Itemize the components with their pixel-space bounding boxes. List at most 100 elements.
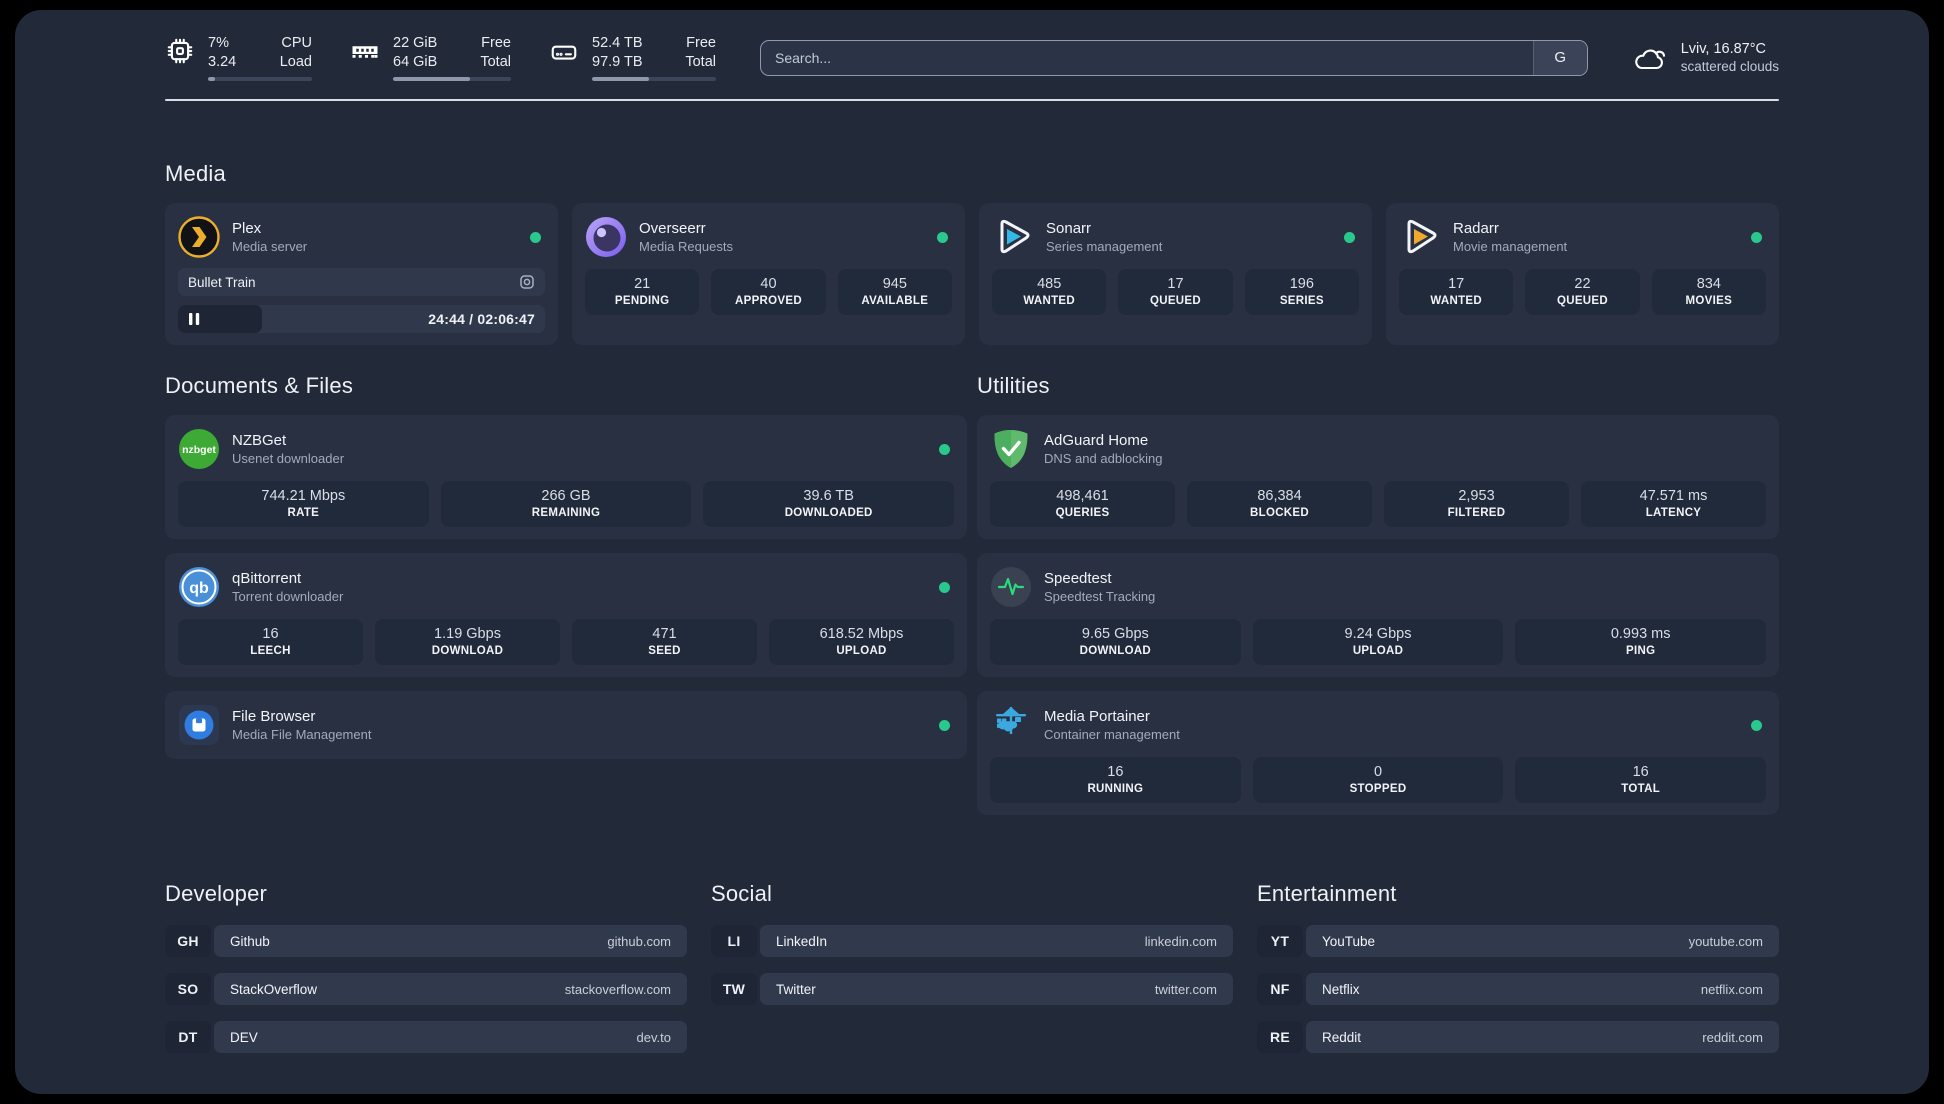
link-dev[interactable]: DEV dev.to bbox=[214, 1021, 687, 1054]
radarr-logo-icon bbox=[1399, 216, 1441, 258]
app-subtitle: Media File Management bbox=[232, 727, 372, 743]
cloud-icon bbox=[1634, 49, 1665, 69]
link-twitter[interactable]: Twitter twitter.com bbox=[760, 973, 1233, 1006]
stat-ping: 0.993 ms PING bbox=[1515, 619, 1767, 666]
weather-condition: scattered clouds bbox=[1680, 59, 1779, 75]
disk-free-value: 52.4 TB bbox=[592, 35, 643, 51]
card-overseerr[interactable]: Overseerr Media Requests 21 PENDING 40 APP… bbox=[572, 203, 965, 346]
link-row-github: GH Github github.com bbox=[165, 925, 687, 958]
now-playing-title: Bullet Train bbox=[188, 274, 256, 290]
card-plex[interactable]: Plex Media server Bullet Train 24:44 / 0… bbox=[165, 203, 558, 346]
stat-download: 9.65 Gbps DOWNLOAD bbox=[990, 619, 1241, 666]
cpu-metric: 7% 3.24 CPU Load bbox=[165, 34, 312, 82]
app-title: Speedtest bbox=[1044, 570, 1112, 588]
app-subtitle: DNS and adblocking bbox=[1044, 451, 1163, 467]
stat-total: 16 TOTAL bbox=[1515, 757, 1767, 804]
card-sonarr[interactable]: Sonarr Series management 485 WANTED 17 QUE… bbox=[979, 203, 1372, 346]
app-title: Sonarr bbox=[1046, 220, 1092, 238]
stat-downloaded: 39.6 TB DOWNLOADED bbox=[703, 481, 955, 528]
pause-icon bbox=[189, 313, 200, 326]
app-subtitle: Movie management bbox=[1453, 239, 1568, 255]
card-nzbget[interactable]: nzbget NZBGet Usenet downloader 744.21 M… bbox=[165, 415, 967, 540]
link-abbr: DT bbox=[165, 1021, 211, 1054]
app-title: AdGuard Home bbox=[1044, 432, 1149, 450]
cpu-percent: 7% bbox=[208, 35, 229, 51]
card-adguard[interactable]: AdGuard Home DNS and adblocking 498,461 Q… bbox=[977, 415, 1779, 540]
playback-progress-row[interactable]: 24:44 / 02:06:47 bbox=[178, 305, 545, 334]
stat-movies: 834 MOVIES bbox=[1651, 269, 1766, 316]
link-abbr: SO bbox=[165, 973, 211, 1006]
stat-remaining: 266 GB REMAINING bbox=[440, 481, 692, 528]
status-dot bbox=[939, 581, 950, 593]
cpu-load-value: 3.24 bbox=[208, 53, 237, 70]
playback-elapsed-fill bbox=[178, 305, 263, 334]
memory-icon bbox=[352, 46, 378, 58]
stat-pending: 21 PENDING bbox=[585, 269, 700, 316]
status-dot bbox=[1751, 719, 1762, 731]
disk-progress-bar bbox=[592, 76, 716, 82]
memory-total-value: 64 GiB bbox=[393, 53, 438, 70]
stat-queued: 17 QUEUED bbox=[1118, 269, 1233, 316]
card-speedtest[interactable]: Speedtest Speedtest Tracking 9.65 Gbps DO… bbox=[977, 553, 1779, 678]
link-youtube[interactable]: YouTube youtube.com bbox=[1306, 925, 1779, 958]
plex-logo-icon bbox=[178, 216, 220, 258]
app-title: Media Portainer bbox=[1044, 708, 1150, 726]
link-abbr: RE bbox=[1257, 1021, 1303, 1054]
card-radarr[interactable]: Radarr Movie management 17 WANTED 22 QUEUE… bbox=[1386, 203, 1779, 346]
dashboard-panel: 7% 3.24 CPU Load 22 GiB 64 GiB Free Tota… bbox=[15, 10, 1929, 1094]
stat-seed: 471 SEED bbox=[572, 619, 757, 666]
app-subtitle: Usenet downloader bbox=[232, 451, 345, 467]
app-subtitle: Series management bbox=[1046, 239, 1163, 255]
stat-filtered: 2,953 FILTERED bbox=[1384, 481, 1569, 528]
section-title-developer: Developer bbox=[165, 881, 268, 907]
stat-series: 196 SERIES bbox=[1244, 269, 1359, 316]
filebrowser-logo-icon bbox=[178, 704, 220, 746]
card-filebrowser[interactable]: File Browser Media File Management bbox=[165, 691, 967, 760]
section-title-documents: Documents & Files bbox=[165, 373, 354, 399]
memory-free-label: Free bbox=[481, 35, 511, 51]
link-linkedin[interactable]: LinkedIn linkedin.com bbox=[760, 925, 1233, 958]
link-abbr: NF bbox=[1257, 973, 1303, 1006]
app-subtitle: Container management bbox=[1044, 727, 1180, 743]
now-playing-row: Bullet Train bbox=[178, 268, 545, 297]
link-netflix[interactable]: Netflix netflix.com bbox=[1306, 973, 1779, 1006]
speedtest-logo-icon bbox=[990, 566, 1032, 608]
stat-wanted: 485 WANTED bbox=[992, 269, 1107, 316]
link-row-twitter: TW Twitter twitter.com bbox=[711, 973, 1233, 1006]
stat-download: 1.19 Gbps DOWNLOAD bbox=[375, 619, 560, 666]
status-dot bbox=[1344, 231, 1355, 243]
stat-wanted: 17 WANTED bbox=[1399, 269, 1514, 316]
media-grid: Plex Media server Bullet Train 24:44 / 0… bbox=[165, 203, 1779, 346]
section-title-utilities: Utilities bbox=[977, 373, 1050, 399]
app-title: Plex bbox=[232, 220, 262, 238]
status-dot bbox=[1751, 231, 1762, 243]
link-row-linkedin: LI LinkedIn linkedin.com bbox=[711, 925, 1233, 958]
card-qbittorrent[interactable]: qb qBittorrent Torrent downloader 16 LEEC… bbox=[165, 553, 967, 678]
section-title-social: Social bbox=[711, 881, 773, 907]
stat-stopped: 0 STOPPED bbox=[1252, 757, 1504, 804]
link-reddit[interactable]: Reddit reddit.com bbox=[1306, 1021, 1779, 1054]
app-title: qBittorrent bbox=[232, 570, 302, 588]
link-github[interactable]: Github github.com bbox=[214, 925, 687, 958]
stat-queued: 22 QUEUED bbox=[1525, 269, 1640, 316]
search-input[interactable] bbox=[761, 40, 1533, 75]
header-divider bbox=[165, 99, 1779, 102]
search-provider-button[interactable]: G bbox=[1532, 40, 1587, 75]
media-type-icon bbox=[520, 275, 534, 289]
link-abbr: TW bbox=[711, 973, 757, 1006]
app-subtitle: Speedtest Tracking bbox=[1044, 589, 1156, 605]
stat-available: 945 AVAILABLE bbox=[837, 269, 952, 316]
stat-running: 16 RUNNING bbox=[990, 757, 1241, 804]
status-dot bbox=[530, 231, 541, 243]
card-portainer[interactable]: Media Portainer Container management 16 R… bbox=[977, 691, 1779, 816]
link-row-stackoverflow: SO StackOverflow stackoverflow.com bbox=[165, 973, 687, 1006]
links-social: Social LI LinkedIn linkedin.com TW Twitt… bbox=[711, 881, 1233, 1069]
link-row-dev: DT DEV dev.to bbox=[165, 1021, 687, 1054]
stat-queries: 498,461 QUERIES bbox=[990, 481, 1175, 528]
app-subtitle: Media server bbox=[232, 239, 308, 255]
weather-location: Lviv, 16.87°C bbox=[1680, 41, 1767, 58]
nzbget-logo-icon: nzbget bbox=[178, 428, 220, 470]
link-stackoverflow[interactable]: StackOverflow stackoverflow.com bbox=[214, 973, 687, 1006]
links-entertainment: Entertainment YT YouTube youtube.com NF … bbox=[1257, 881, 1779, 1069]
disk-total-label: Total bbox=[685, 53, 716, 70]
